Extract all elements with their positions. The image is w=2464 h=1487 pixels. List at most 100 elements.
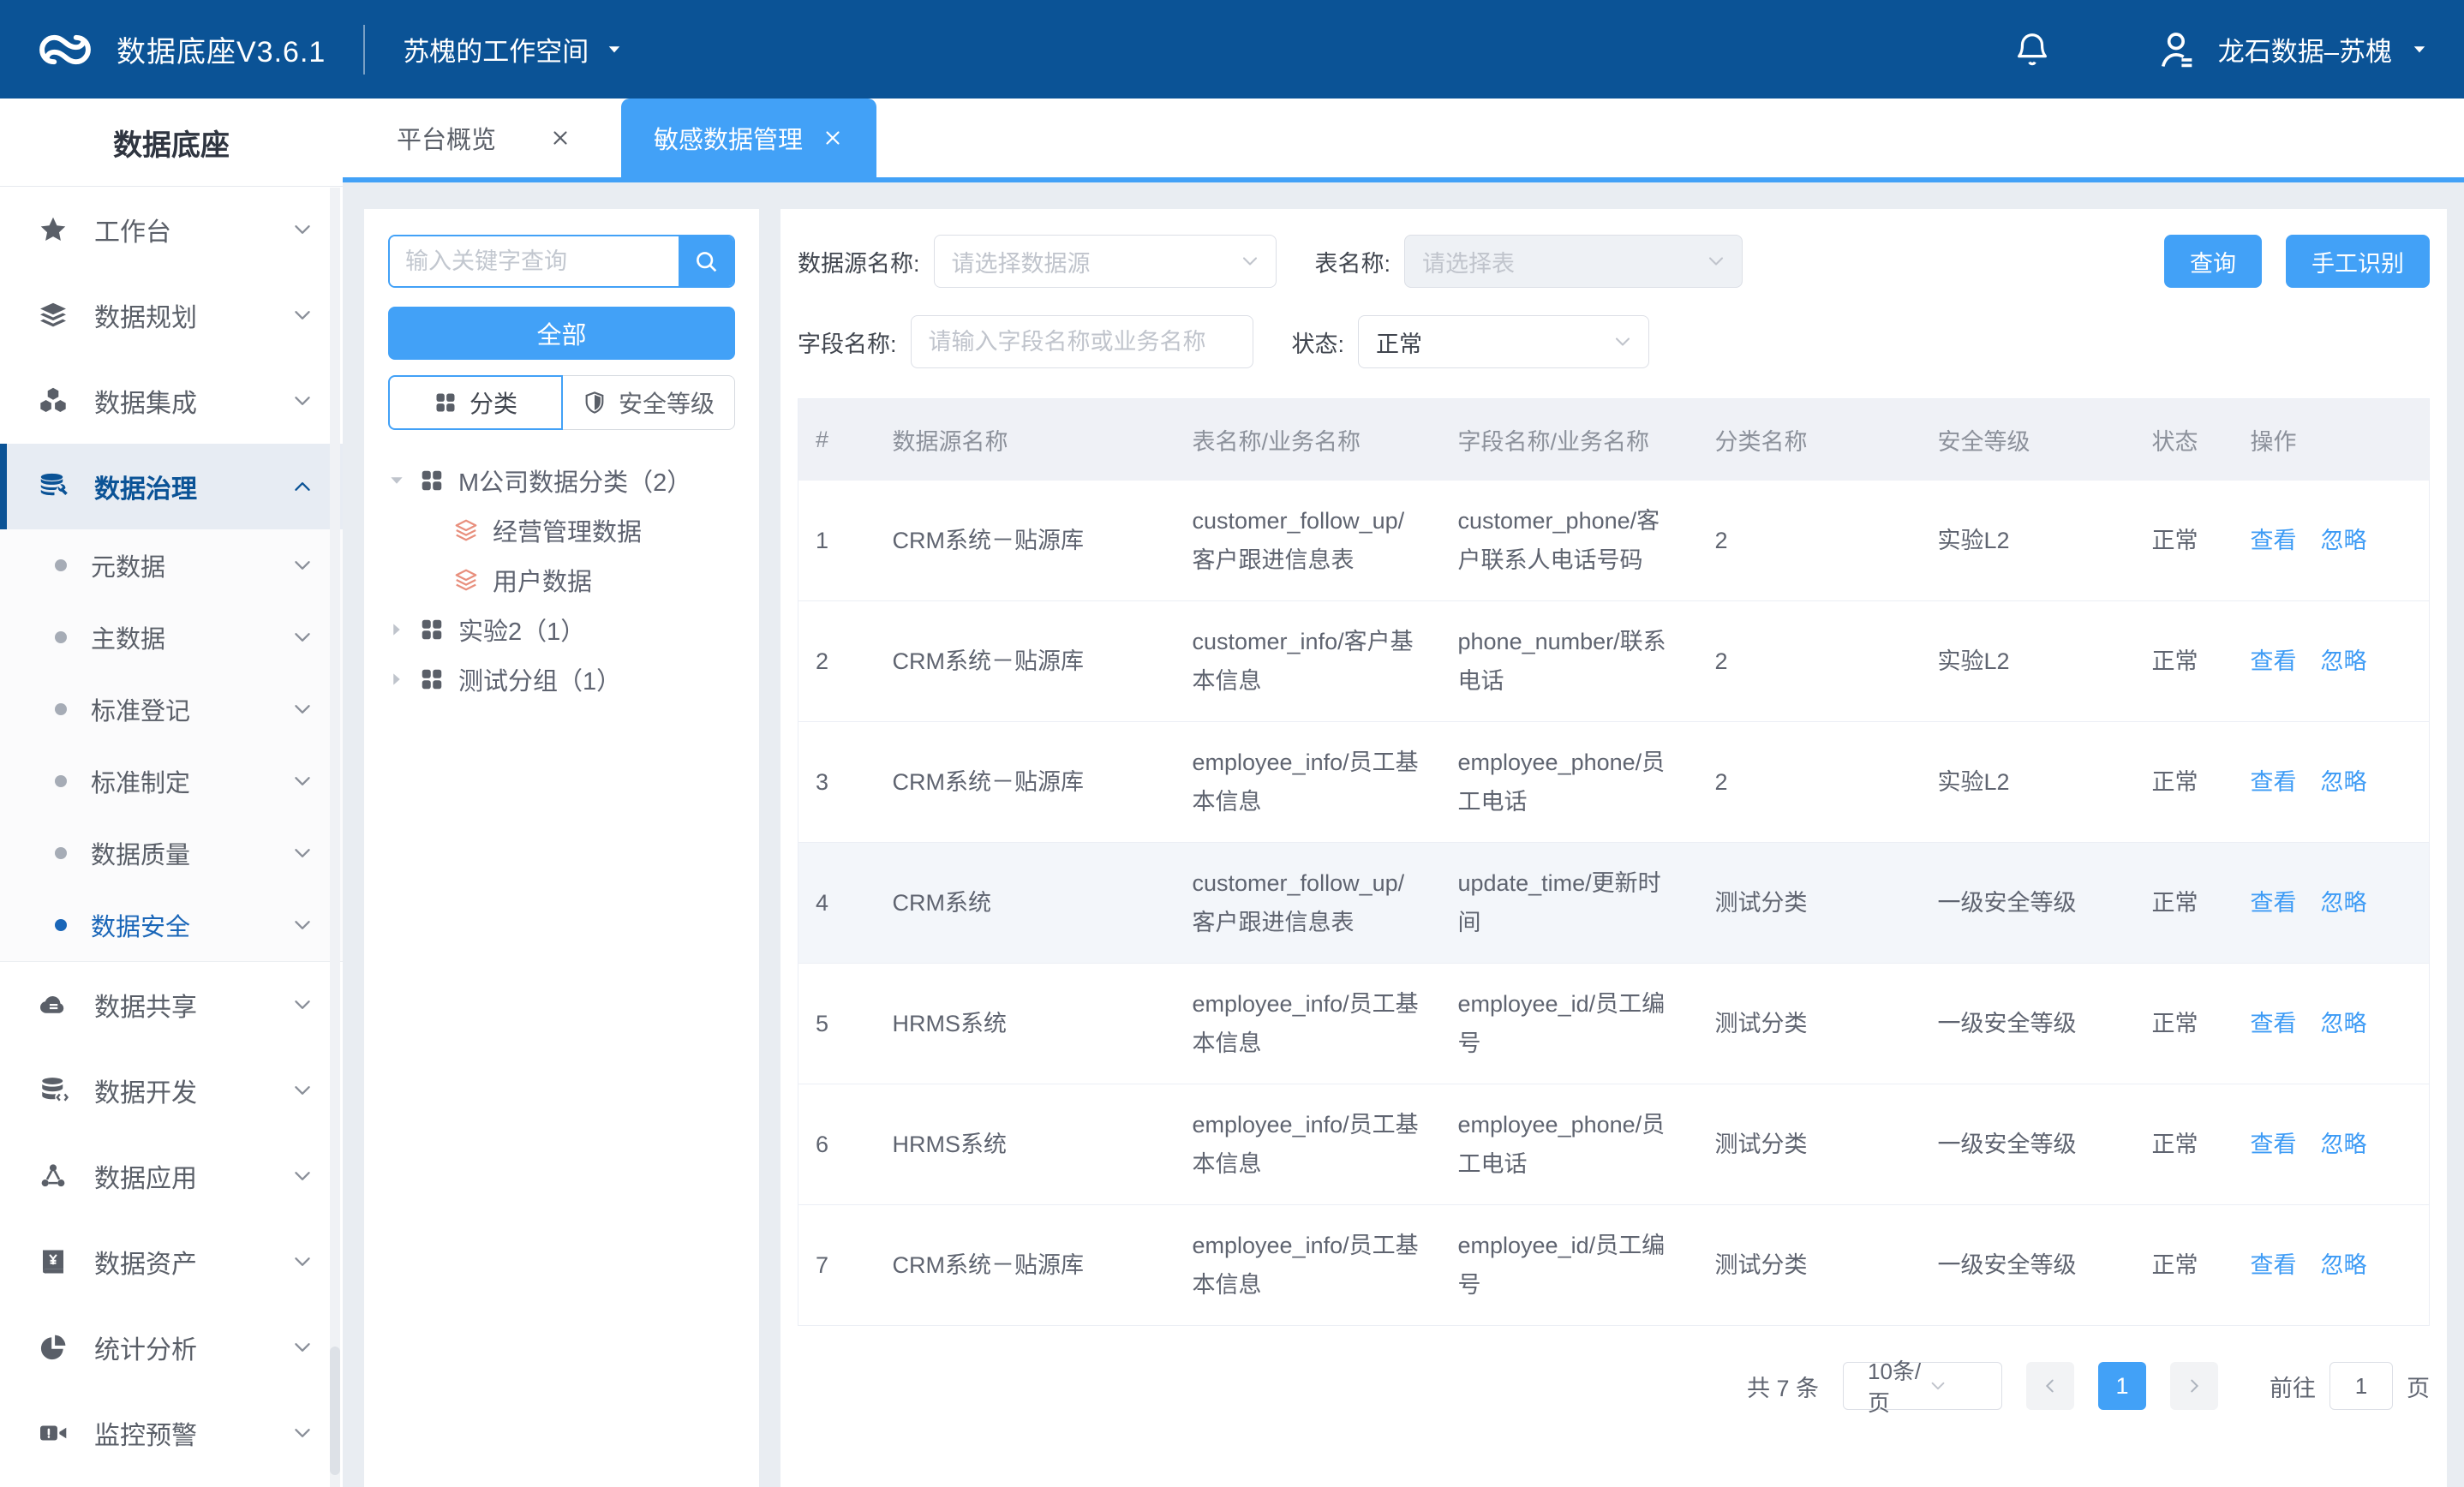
sidebar-item-label: 数据集成 xyxy=(94,382,291,420)
datasource-select[interactable]: 请选择数据源 xyxy=(934,235,1277,288)
status-label: 状态: xyxy=(1292,325,1345,359)
security-level-toggle-button[interactable]: 安全等级 xyxy=(563,375,735,430)
ignore-link[interactable]: 忽略 xyxy=(2321,769,2367,795)
sidebar-scrollbar[interactable] xyxy=(330,188,340,1487)
view-link[interactable]: 查看 xyxy=(2251,1132,2297,1157)
chevron-down-icon xyxy=(1240,251,1260,272)
sidebar-subitem[interactable]: 数据安全 xyxy=(0,889,343,961)
sidebar-item[interactable]: 数据集成 xyxy=(0,358,343,444)
sidebar-item[interactable]: 工作台 xyxy=(0,187,343,272)
cell-field: employee_id/员工编号 xyxy=(1441,1205,1698,1326)
cell-field: customer_phone/客户联系人电话号码 xyxy=(1441,481,1698,601)
ignore-link[interactable]: 忽略 xyxy=(2321,1011,2367,1036)
column-header: 分类名称 xyxy=(1698,399,1921,481)
tree-leaf[interactable]: 经营管理数据 xyxy=(388,505,735,555)
ignore-link[interactable]: 忽略 xyxy=(2321,528,2367,553)
cell-table: employee_info/员工基本信息 xyxy=(1175,1205,1441,1326)
cell-level: 一级安全等级 xyxy=(1921,843,2135,964)
table-header-row: #数据源名称表名称/业务名称字段名称/业务名称分类名称安全等级状态操作 xyxy=(798,399,2430,481)
view-link[interactable]: 查看 xyxy=(2251,1252,2297,1278)
page-1-button[interactable]: 1 xyxy=(2098,1362,2146,1410)
sidebar-item[interactable]: 数据资产 xyxy=(0,1219,343,1305)
close-icon[interactable] xyxy=(822,127,844,149)
topbar-divider xyxy=(363,25,365,75)
manual-identify-button[interactable]: 手工识别 xyxy=(2286,235,2430,288)
cell-category: 测试分类 xyxy=(1698,1084,1921,1205)
column-header: 状态 xyxy=(2135,399,2234,481)
classification-panel: 全部 分类 安全等级 M公司数据 xyxy=(364,209,759,1487)
field-name-input[interactable] xyxy=(911,315,1253,368)
caret-icon[interactable] xyxy=(388,671,405,688)
chevron-down-icon xyxy=(291,554,314,576)
sidebar-item[interactable]: 统计分析 xyxy=(0,1305,343,1390)
chevron-down-icon xyxy=(291,994,314,1016)
cell-actions: 查看忽略 xyxy=(2234,722,2430,843)
sidebar-item-icon xyxy=(38,1075,69,1106)
view-link[interactable]: 查看 xyxy=(2251,528,2297,553)
cell-actions: 查看忽略 xyxy=(2234,843,2430,964)
view-link[interactable]: 查看 xyxy=(2251,890,2297,916)
cell-index: 2 xyxy=(798,601,876,722)
sidebar-subitem[interactable]: 元数据 xyxy=(0,529,343,601)
category-toggle-button[interactable]: 分类 xyxy=(388,375,563,430)
sidebar-item-icon xyxy=(38,1332,69,1363)
tab-bar: 平台概览 敏感数据管理 xyxy=(343,99,2464,182)
view-link[interactable]: 查看 xyxy=(2251,648,2297,674)
view-link[interactable]: 查看 xyxy=(2251,769,2297,795)
cell-level: 一级安全等级 xyxy=(1921,1084,2135,1205)
tree-node[interactable]: 实验2（1） xyxy=(388,605,735,654)
all-button[interactable]: 全部 xyxy=(388,307,735,360)
cell-index: 3 xyxy=(798,722,876,843)
sidebar-item[interactable]: 监控预警 xyxy=(0,1390,343,1476)
tab[interactable]: 敏感数据管理 xyxy=(621,99,876,177)
ignore-link[interactable]: 忽略 xyxy=(2321,1252,2367,1278)
sidebar-item[interactable]: 数据规划 xyxy=(0,272,343,358)
goto-page-input[interactable] xyxy=(2329,1362,2393,1410)
table-select[interactable]: 请选择表 xyxy=(1404,235,1743,288)
tree-node[interactable]: 测试分组（1） xyxy=(388,654,735,704)
status-select[interactable]: 正常 xyxy=(1358,315,1649,368)
search-button[interactable] xyxy=(679,236,733,286)
page-size-select[interactable]: 10条/页 xyxy=(1843,1362,2002,1410)
tab[interactable]: 平台概览 xyxy=(364,99,604,177)
caret-icon[interactable] xyxy=(388,621,405,638)
sidebar-subitem[interactable]: 数据质量 xyxy=(0,817,343,889)
cell-level: 实验L2 xyxy=(1921,722,2135,843)
sidebar-item[interactable]: 数据应用 xyxy=(0,1133,343,1219)
workspace-selector[interactable]: 苏槐的工作空间 xyxy=(403,30,623,69)
sidebar-menu-bottom: 数据共享 数据开发 数据应用 数据资产 xyxy=(0,962,343,1476)
user-menu[interactable]: 龙石数据–苏槐 xyxy=(2155,27,2428,72)
goto-label: 前往 xyxy=(2270,1370,2316,1403)
notifications-bell-icon[interactable] xyxy=(2012,30,2052,69)
sidebar-subitem[interactable]: 标准登记 xyxy=(0,673,343,745)
tree-node[interactable]: M公司数据分类（2） xyxy=(388,456,735,505)
sidebar-subitem[interactable]: 标准制定 xyxy=(0,745,343,817)
chevron-down-icon xyxy=(1929,1377,1989,1395)
cell-table: employee_info/员工基本信息 xyxy=(1175,1084,1441,1205)
sidebar-subitem[interactable]: 主数据 xyxy=(0,601,343,673)
sensitive-data-panel: 数据源名称: 请选择数据源 表名称: 请选择表 查询 手工识别 xyxy=(780,209,2447,1487)
sidebar-item-label: 监控预警 xyxy=(94,1414,291,1452)
scrollbar-thumb[interactable] xyxy=(330,1347,340,1475)
ignore-link[interactable]: 忽略 xyxy=(2321,890,2367,916)
close-icon[interactable] xyxy=(549,127,571,149)
cell-level: 实验L2 xyxy=(1921,601,2135,722)
sidebar-item[interactable]: 数据共享 xyxy=(0,962,343,1048)
tree-node-label: 实验2（1） xyxy=(458,612,585,648)
search-input[interactable] xyxy=(390,236,679,286)
table-row: 4 CRM系统 customer_follow_up/客户跟进信息表 updat… xyxy=(798,843,2430,964)
sidebar-item[interactable]: 数据治理 xyxy=(0,444,343,529)
view-link[interactable]: 查看 xyxy=(2251,1011,2297,1036)
query-button[interactable]: 查询 xyxy=(2164,235,2262,288)
tree-node-label: M公司数据分类（2） xyxy=(458,463,691,499)
ignore-link[interactable]: 忽略 xyxy=(2321,648,2367,674)
bullet-icon xyxy=(55,703,67,715)
next-page-button[interactable] xyxy=(2170,1362,2218,1410)
prev-page-button[interactable] xyxy=(2026,1362,2074,1410)
tree-node-label: 测试分组（1） xyxy=(458,661,621,697)
sidebar-item[interactable]: 数据开发 xyxy=(0,1048,343,1133)
caret-icon[interactable] xyxy=(388,472,405,489)
tab-label: 敏感数据管理 xyxy=(654,120,803,156)
ignore-link[interactable]: 忽略 xyxy=(2321,1132,2367,1157)
tree-leaf[interactable]: 用户数据 xyxy=(388,555,735,605)
